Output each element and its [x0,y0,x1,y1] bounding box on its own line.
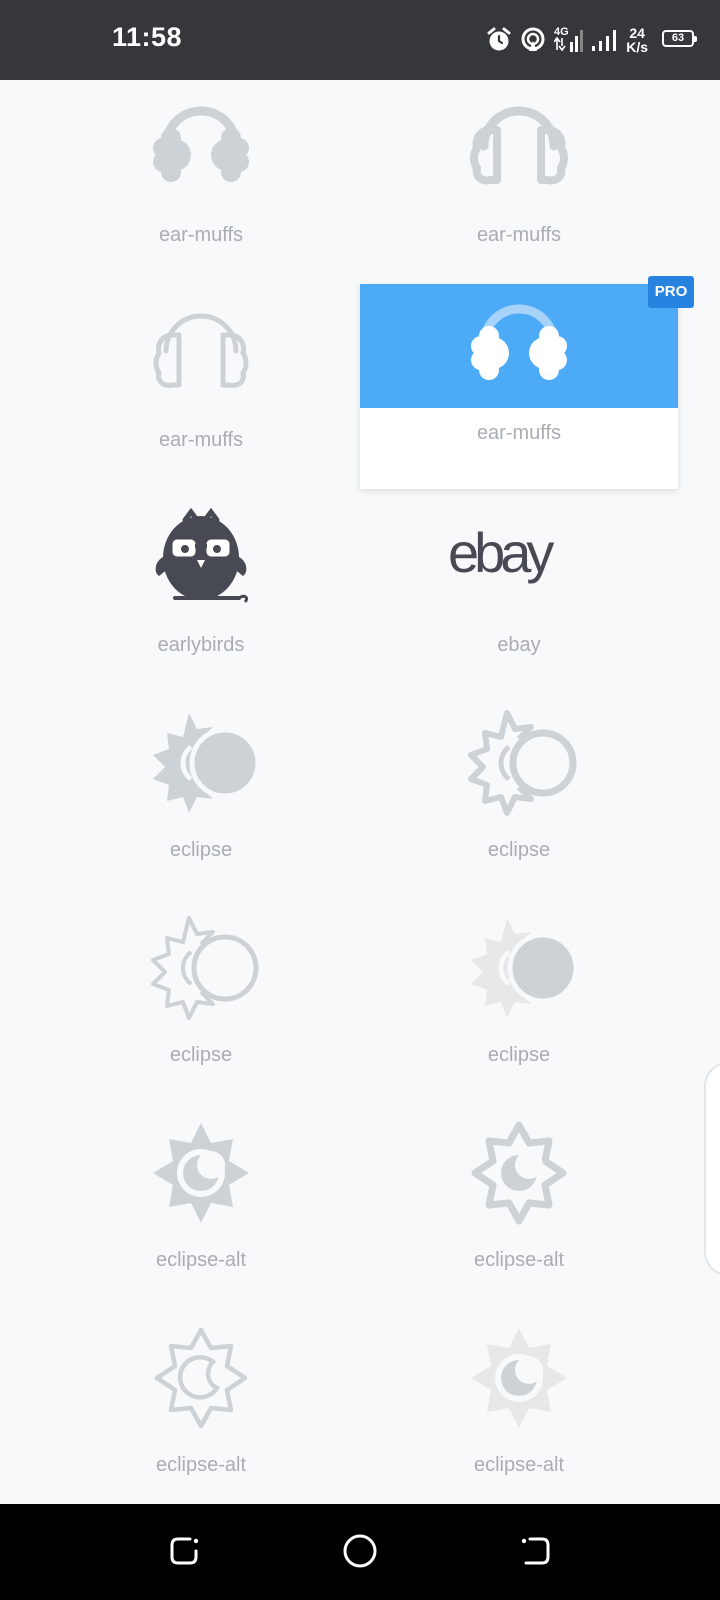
recent-apps-icon[interactable] [166,1533,202,1569]
alarm-icon [487,27,511,51]
icon-grid: ear-muffs ear-muffs ear-muffs ear-muffs … [0,80,720,1504]
icon-label: eclipse [487,839,551,861]
status-time: 11:58 [112,22,183,52]
eclipse-alt-solid-icon [153,1123,249,1223]
icon-label: ear-muffs [158,429,244,451]
icon-card-eclipse-alt[interactable]: eclipse-alt [42,1318,360,1504]
icon-card-ebay[interactable]: ebay ebay [360,498,678,703]
icon-label: earlybirds [157,634,245,656]
battery-icon: 63 [662,30,697,47]
icon-card-ear-muffs-selected[interactable]: ear-muffs PRO [360,276,694,489]
icon-card-eclipse[interactable]: eclipse [360,908,678,1113]
ebay-logo-text: ebay [448,521,554,584]
icon-label: eclipse [169,1044,233,1066]
icon-card-eclipse-alt[interactable]: eclipse-alt [42,1113,360,1318]
icon-label: eclipse-alt [155,1454,247,1476]
ear-muffs-duotone-icon [471,304,567,380]
ear-muffs-light-icon [153,313,249,388]
hotspot-icon [521,27,545,51]
icon-label: eclipse [487,1044,551,1066]
pro-badge: PRO [648,276,694,308]
ebay-logo-icon: ebay [448,498,590,618]
side-panel-handle[interactable] [704,1062,720,1276]
icon-card-eclipse[interactable]: eclipse [360,703,678,908]
icon-label: ebay [497,634,541,656]
icon-label: ear-muffs [158,224,244,246]
icon-card-eclipse-alt[interactable]: eclipse-alt [360,1318,678,1504]
net-speed-value: 24 [629,25,645,41]
signal-4g-icon: 4G [554,26,583,52]
back-icon[interactable] [518,1533,554,1569]
icon-card-eclipse[interactable]: eclipse [42,703,360,908]
eclipse-alt-duotone-icon [471,1328,567,1428]
icon-card-ear-muffs[interactable]: ear-muffs [42,293,360,498]
icon-label: eclipse-alt [473,1249,565,1271]
ear-muffs-solid-icon [153,106,249,182]
icon-label: eclipse-alt [473,1454,565,1476]
icon-card-earlybirds[interactable]: earlybirds [42,498,360,703]
icon-label: ear-muffs [476,422,562,444]
earlybirds-owl-icon [155,507,249,604]
eclipse-light-icon [151,916,259,1020]
icon-label: eclipse [169,839,233,861]
svg-text:4G: 4G [554,26,569,38]
icon-card-ear-muffs[interactable]: ear-muffs [42,88,360,293]
icon-card-ear-muffs[interactable]: ear-muffs [360,88,678,293]
icon-card-eclipse-alt[interactable]: eclipse-alt [360,1113,678,1318]
eclipse-alt-light-icon [154,1327,248,1429]
eclipse-alt-outline-icon [471,1121,567,1225]
eclipse-outline-icon [468,710,577,816]
status-bar: 11:58 4G 24 K/s 63 [0,0,720,80]
ear-muffs-outline-icon [470,106,568,185]
signal-icon [592,30,616,51]
navigation-bar [0,1504,720,1600]
home-icon[interactable] [342,1533,378,1569]
icon-label: ear-muffs [476,224,562,246]
icon-label: eclipse-alt [155,1249,247,1271]
net-speed: 24 K/s [626,26,648,54]
net-speed-unit: K/s [626,39,648,55]
eclipse-solid-icon [153,713,261,813]
icon-card-eclipse[interactable]: eclipse [42,908,360,1113]
eclipse-duotone-icon [471,918,579,1018]
